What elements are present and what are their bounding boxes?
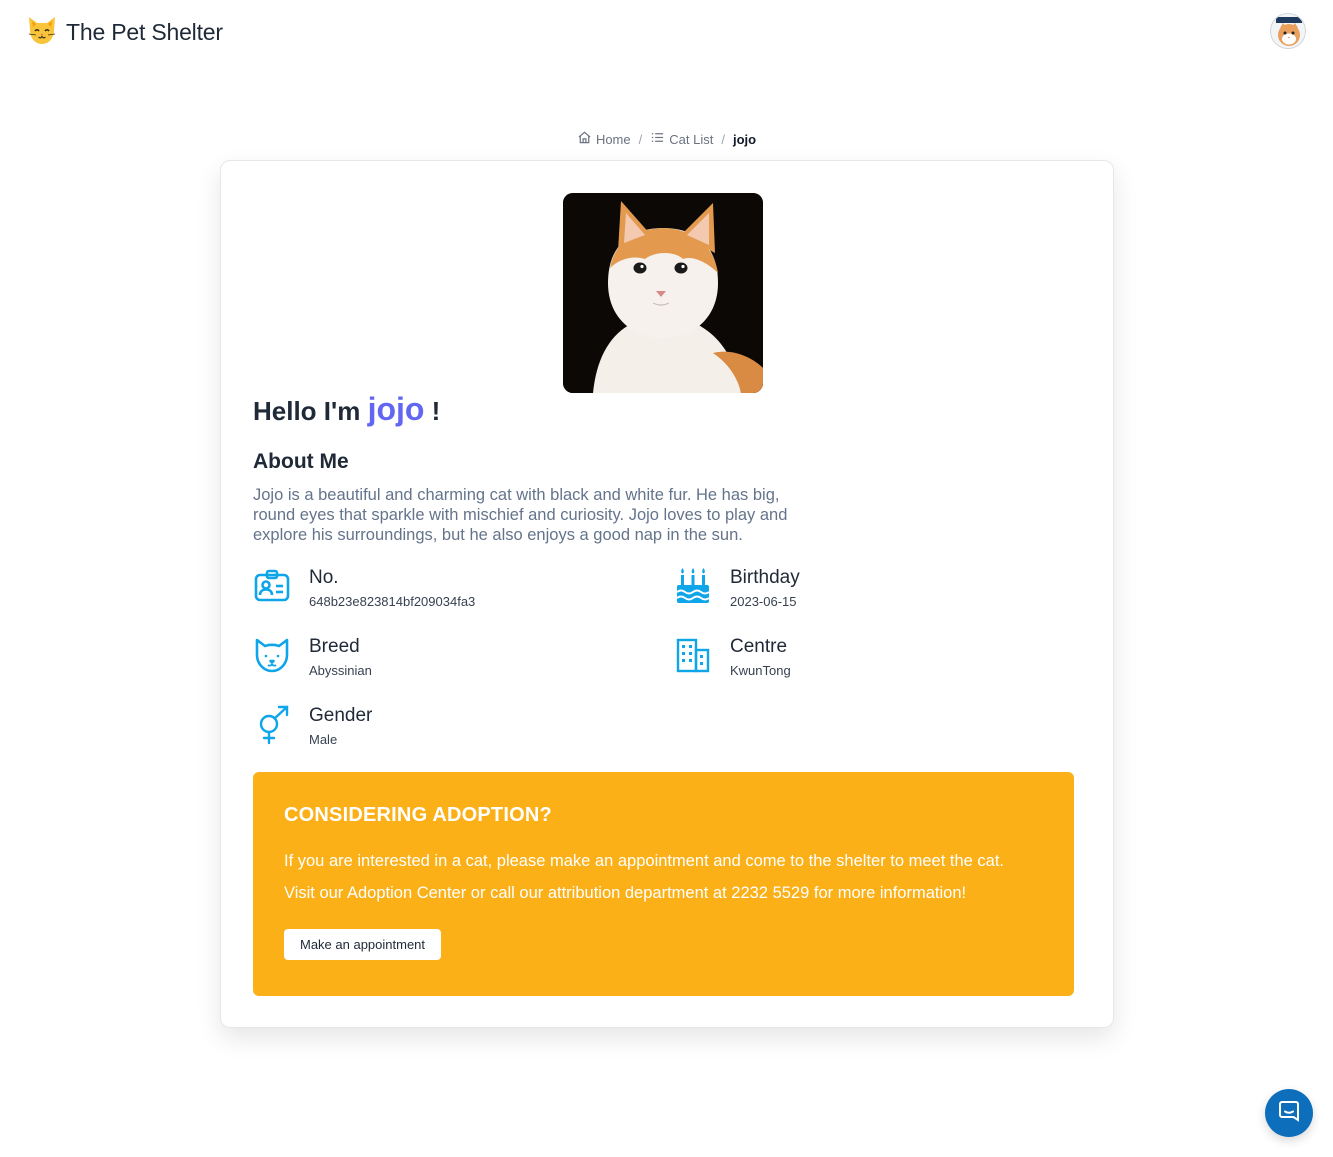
detail-birthday-label: Birthday xyxy=(730,567,800,588)
detail-centre: Centre KwunTong xyxy=(674,636,791,678)
detail-no-value: 648b23e823814bf209034fa3 xyxy=(309,594,476,609)
breadcrumb: Home / Cat List / jojo xyxy=(0,130,1333,148)
top-bar: The Pet Shelter xyxy=(0,0,1333,64)
id-card-icon xyxy=(253,567,291,605)
chat-icon xyxy=(1277,1099,1301,1128)
gender-icon xyxy=(253,705,291,745)
adoption-title: CONSIDERING ADOPTION? xyxy=(284,804,552,826)
greeting-prefix: Hello I'm xyxy=(253,396,361,426)
greeting-suffix: ! xyxy=(431,396,441,426)
about-me-text: Jojo is a beautiful and charming cat wit… xyxy=(253,486,788,544)
cat-logo-icon xyxy=(26,14,58,51)
detail-centre-value: KwunTong xyxy=(730,663,791,678)
about-me-title: About Me xyxy=(253,450,349,473)
breadcrumb-cat-list-label: Cat List xyxy=(669,131,714,147)
breadcrumb-separator: / xyxy=(721,131,725,147)
detail-gender-value: Male xyxy=(309,732,338,747)
breadcrumb-home-label: Home xyxy=(595,131,631,147)
user-avatar[interactable] xyxy=(1270,13,1306,49)
adoption-line-1: If you are interested in a cat, please m… xyxy=(284,852,1005,870)
detail-breed-label: Breed xyxy=(309,636,360,657)
detail-breed: Breed Abyssinian xyxy=(253,636,372,678)
detail-birthday-value: 2023-06-15 xyxy=(730,594,797,609)
detail-gender: Gender Male xyxy=(253,705,372,747)
adoption-text: If you are interested in a cat, please m… xyxy=(284,845,1043,909)
cat-photo xyxy=(563,193,763,393)
list-icon xyxy=(650,130,665,148)
detail-breed-value: Abyssinian xyxy=(309,663,372,678)
detail-no: No. 648b23e823814bf209034fa3 xyxy=(253,567,475,609)
brand-link[interactable]: The Pet Shelter xyxy=(26,14,223,51)
building-icon xyxy=(674,636,712,674)
home-icon xyxy=(577,130,592,148)
detail-birthday: Birthday 2023-06-15 xyxy=(674,567,800,609)
brand-name: The Pet Shelter xyxy=(66,19,223,45)
detail-gender-label: Gender xyxy=(309,705,373,726)
breadcrumb-cat-list[interactable]: Cat List xyxy=(650,130,713,148)
cake-icon xyxy=(674,567,712,605)
make-appointment-button[interactable]: Make an appointment xyxy=(284,929,442,960)
cat-face-icon xyxy=(253,636,291,674)
breadcrumb-separator: / xyxy=(638,131,643,147)
detail-no-label: No. xyxy=(309,567,339,588)
adoption-banner: CONSIDERING ADOPTION? If you are interes… xyxy=(253,772,1074,996)
cat-name: jojo xyxy=(367,391,425,427)
chat-button[interactable] xyxy=(1265,1089,1313,1137)
cat-profile-card: Hello I'm jojo ! About Me Jojo is a beau… xyxy=(220,160,1114,1028)
breadcrumb-home[interactable]: Home xyxy=(577,130,631,148)
adoption-line-2: Visit our Adoption Center or call our at… xyxy=(284,884,967,902)
greeting-heading: Hello I'm jojo ! xyxy=(253,391,440,428)
breadcrumb-current: jojo xyxy=(732,131,757,147)
detail-centre-label: Centre xyxy=(730,636,788,657)
